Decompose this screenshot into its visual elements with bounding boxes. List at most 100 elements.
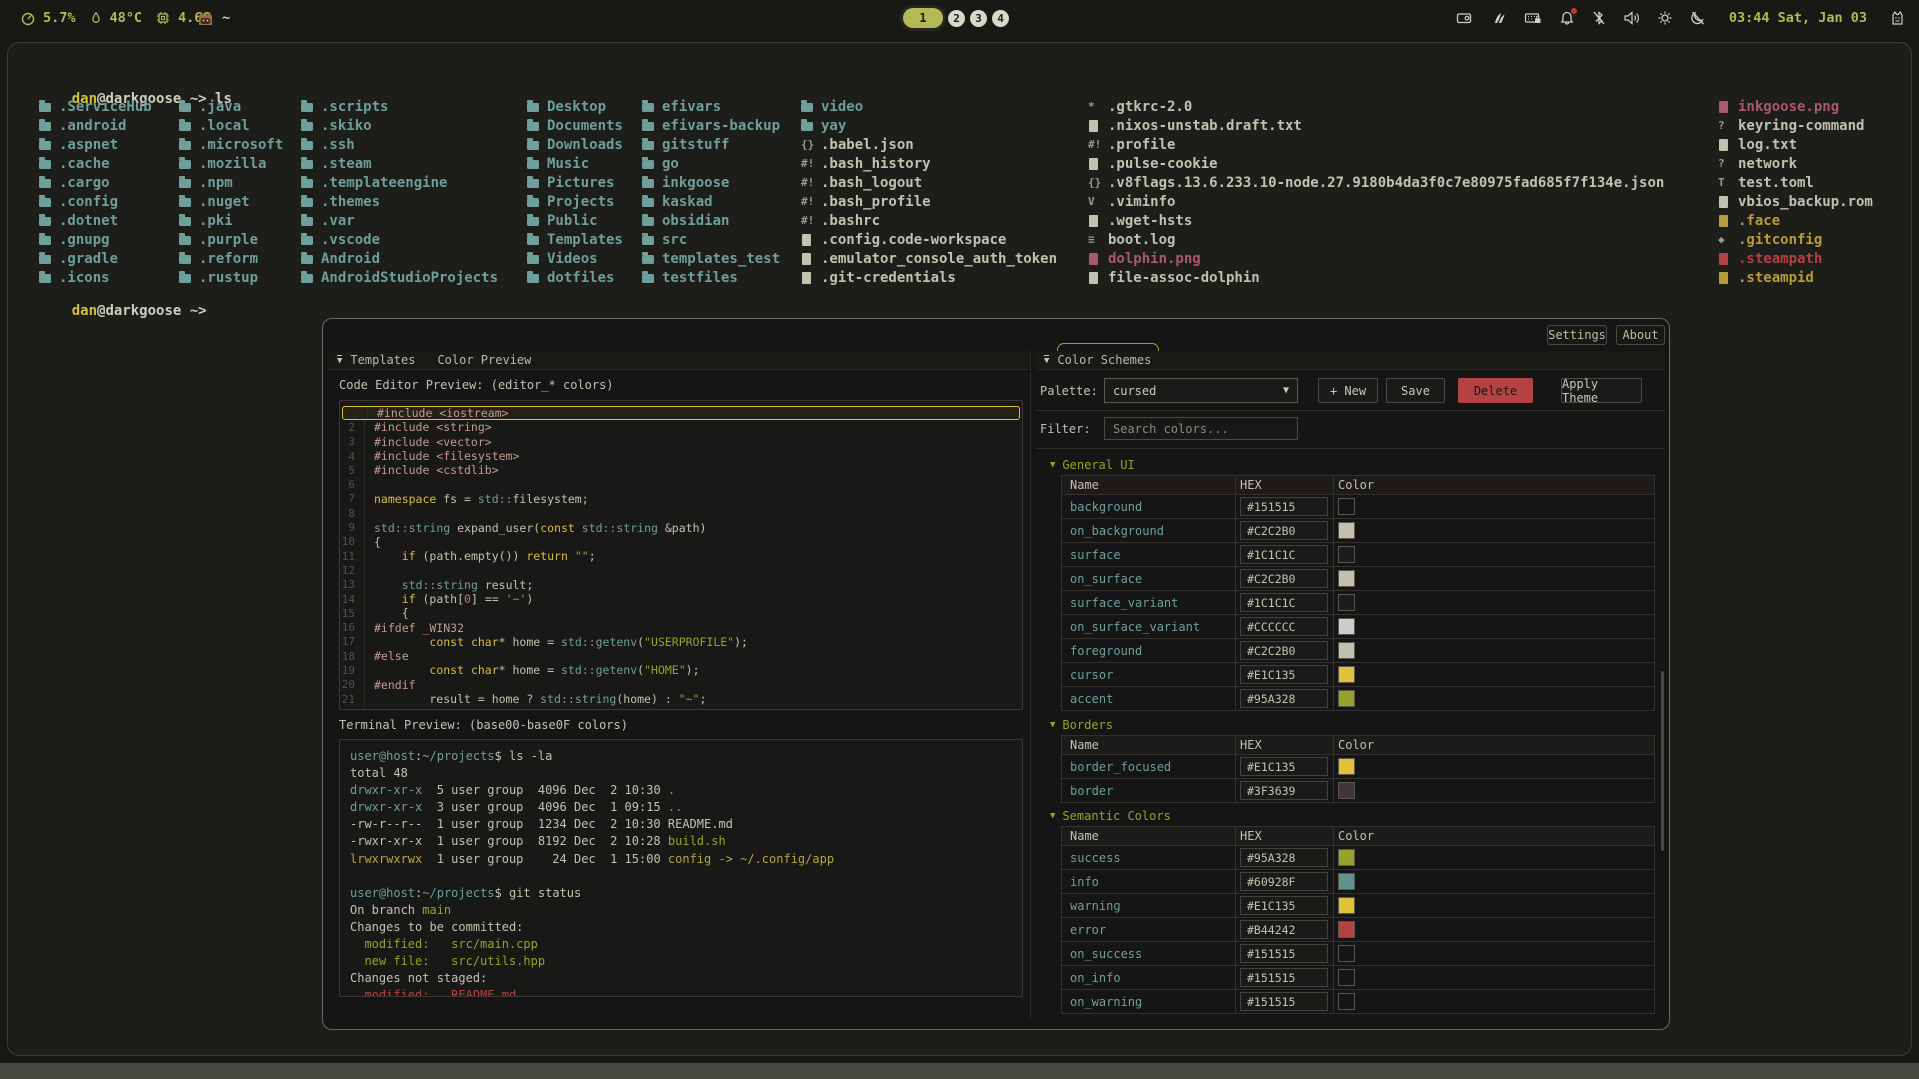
ls-column: DesktopDocumentsDownloadsMusicPicturesPr… bbox=[527, 97, 623, 287]
color-swatch[interactable] bbox=[1338, 969, 1355, 986]
tab-color-preview[interactable]: Color Preview bbox=[437, 353, 531, 367]
file-item: inkgoose bbox=[642, 173, 780, 192]
settings-button[interactable]: Settings bbox=[1547, 325, 1607, 345]
hex-value-input[interactable]: #151515 bbox=[1240, 944, 1328, 963]
file-item: ◆.gitconfig bbox=[1718, 230, 1873, 249]
hex-value-input[interactable]: #1C1C1C bbox=[1240, 545, 1328, 564]
file-icon bbox=[802, 234, 811, 246]
bluetooth-off-icon[interactable] bbox=[1592, 10, 1606, 26]
panel-collapse-icon[interactable]: ▼ bbox=[1044, 355, 1049, 366]
temperature-icon bbox=[89, 10, 103, 26]
code-line: 7namespace fs = std::filesystem; bbox=[340, 492, 1022, 506]
file-name: video bbox=[821, 99, 863, 115]
hex-value-input[interactable]: #E1C135 bbox=[1240, 896, 1328, 915]
about-button[interactable]: About bbox=[1616, 325, 1665, 345]
home-path-label[interactable]: ~ bbox=[222, 10, 230, 26]
terminal-preview[interactable]: user@host:~/projects$ ls -latotal 48drwx… bbox=[339, 739, 1023, 997]
hex-value-input[interactable]: #1C1C1C bbox=[1240, 593, 1328, 612]
wind-icon[interactable] bbox=[1491, 10, 1507, 26]
hex-value-input[interactable]: #E1C135 bbox=[1240, 665, 1328, 684]
workspace-3[interactable]: 3 bbox=[970, 10, 987, 27]
color-swatch[interactable] bbox=[1338, 618, 1355, 635]
workspace-1[interactable]: 1 bbox=[903, 8, 943, 28]
delete-button[interactable]: Delete bbox=[1458, 378, 1533, 403]
panel-collapse-icon[interactable]: ▼ bbox=[337, 355, 342, 366]
file-name: .steam bbox=[321, 156, 372, 172]
line-number: 20 bbox=[340, 678, 364, 691]
terminal-cat-icon[interactable] bbox=[196, 10, 215, 27]
color-swatch[interactable] bbox=[1338, 873, 1355, 890]
hex-value-input[interactable]: #95A328 bbox=[1240, 689, 1328, 708]
code-editor-preview[interactable]: #include <iostream>2#include <string>3#i… bbox=[339, 400, 1023, 710]
color-swatch[interactable] bbox=[1338, 690, 1355, 707]
color-swatch[interactable] bbox=[1338, 570, 1355, 587]
color-swatch[interactable] bbox=[1338, 594, 1355, 611]
color-row: on_surface_variant#CCCCCC bbox=[1062, 614, 1654, 638]
hex-value-input[interactable]: #151515 bbox=[1240, 968, 1328, 987]
color-row: border_focused#E1C135 bbox=[1062, 754, 1654, 778]
section-title[interactable]: ▼Semantic Colors bbox=[1050, 808, 1665, 824]
file-item: .gnupg bbox=[39, 230, 152, 249]
apply-theme-button[interactable]: Apply Theme bbox=[1561, 378, 1642, 403]
tab-templates[interactable]: Templates bbox=[350, 353, 415, 367]
cpu-usage[interactable]: 5.7% bbox=[43, 10, 76, 26]
hex-value-input[interactable]: #3F3639 bbox=[1240, 781, 1328, 800]
color-swatch[interactable] bbox=[1338, 666, 1355, 683]
color-swatch[interactable] bbox=[1338, 522, 1355, 539]
workspace-2[interactable]: 2 bbox=[948, 10, 965, 27]
color-swatch[interactable] bbox=[1338, 498, 1355, 515]
color-swatch[interactable] bbox=[1338, 945, 1355, 962]
section-title[interactable]: ▼General UI bbox=[1050, 457, 1665, 473]
hex-value-input[interactable]: #C2C2B0 bbox=[1240, 521, 1328, 540]
tab-color-schemes[interactable]: Color Schemes bbox=[1057, 353, 1151, 367]
color-swatch[interactable] bbox=[1338, 642, 1355, 659]
tray-cat-icon[interactable] bbox=[1890, 10, 1905, 26]
ls-column: .java.local.microsoft.mozilla.npm.nuget.… bbox=[179, 97, 283, 287]
script-icon: #! bbox=[801, 195, 818, 208]
color-swatch[interactable] bbox=[1338, 849, 1355, 866]
section-title[interactable]: ▼Borders bbox=[1050, 717, 1665, 733]
color-swatch[interactable] bbox=[1338, 921, 1355, 938]
hex-value-input[interactable]: #C2C2B0 bbox=[1240, 569, 1328, 588]
color-swatch[interactable] bbox=[1338, 782, 1355, 799]
workspace-4[interactable]: 4 bbox=[992, 10, 1009, 27]
file-name: Music bbox=[547, 156, 589, 172]
file-name: .ServiceHub bbox=[59, 99, 152, 115]
temperature[interactable]: 48°C bbox=[110, 10, 143, 26]
workspace-switcher: 1234 bbox=[903, 0, 1009, 36]
hex-value-input[interactable]: #B44242 bbox=[1240, 920, 1328, 939]
hex-value-input[interactable]: #60928F bbox=[1240, 872, 1328, 891]
file-icon bbox=[1089, 120, 1098, 132]
brightness-icon[interactable] bbox=[1657, 10, 1673, 26]
color-swatch[interactable] bbox=[1338, 758, 1355, 775]
color-swatch[interactable] bbox=[1338, 546, 1355, 563]
color-name: on_warning bbox=[1062, 990, 1235, 1013]
hex-value-input[interactable]: #151515 bbox=[1240, 497, 1328, 516]
file-name: .android bbox=[59, 118, 126, 134]
fullscreen-terminal: dan@darkgoose ~> ls .ServiceHub.android.… bbox=[7, 42, 1912, 1056]
filter-search-input[interactable] bbox=[1104, 417, 1298, 440]
file-item: .steam bbox=[301, 154, 498, 173]
scrollbar-thumb[interactable] bbox=[1661, 671, 1664, 851]
hex-value-input[interactable]: #C2C2B0 bbox=[1240, 641, 1328, 660]
color-swatch[interactable] bbox=[1338, 897, 1355, 914]
hex-value-input[interactable]: #95A328 bbox=[1240, 848, 1328, 867]
keyboard-lock-icon[interactable] bbox=[1524, 10, 1542, 26]
file-item: .face bbox=[1718, 211, 1873, 230]
palette-select[interactable]: cursed ▼ bbox=[1104, 378, 1298, 403]
save-button[interactable]: Save bbox=[1386, 378, 1445, 403]
night-light-off-icon[interactable] bbox=[1690, 10, 1706, 26]
color-swatch[interactable] bbox=[1338, 993, 1355, 1010]
folder-icon bbox=[642, 217, 654, 226]
image-icon bbox=[1089, 253, 1098, 265]
screencast-icon[interactable] bbox=[1456, 10, 1474, 26]
clock[interactable]: 03:44 Sat, Jan 03 bbox=[1729, 10, 1867, 26]
new-palette-button[interactable]: + New bbox=[1318, 378, 1378, 403]
hex-value-input[interactable]: #CCCCCC bbox=[1240, 617, 1328, 636]
folder-icon bbox=[39, 198, 51, 207]
hex-value-input[interactable]: #E1C135 bbox=[1240, 757, 1328, 776]
hex-value-input[interactable]: #151515 bbox=[1240, 992, 1328, 1011]
volume-icon[interactable] bbox=[1623, 10, 1640, 26]
bell-notification-icon[interactable] bbox=[1559, 10, 1575, 26]
file-item: vbios_backup.rom bbox=[1718, 192, 1873, 211]
